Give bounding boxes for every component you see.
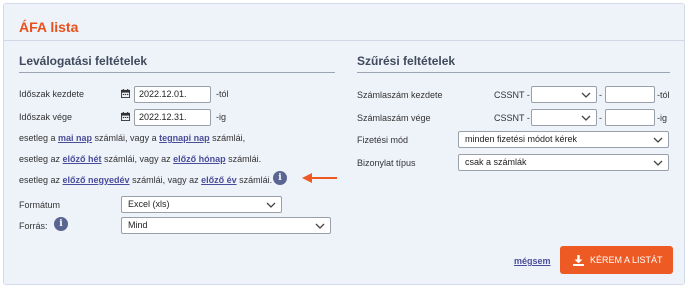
page-title: ÁFA lista — [19, 19, 79, 35]
previous-week-link[interactable]: előző hét — [63, 154, 102, 164]
cancel-link[interactable]: mégsem — [514, 256, 551, 266]
afa-list-panel: ÁFA lista Leválogatási feltételek Idősza… — [3, 3, 685, 285]
chevron-down-icon — [266, 202, 276, 208]
quick-range-line-3: esetleg az előző negyedév számlái, vagy … — [19, 175, 273, 185]
chevron-down-icon — [315, 223, 325, 229]
calendar-icon[interactable] — [121, 112, 130, 121]
period-end-input[interactable]: 2022.12.31. — [134, 109, 211, 126]
format-select[interactable]: Excel (xls) — [121, 196, 282, 213]
previous-quarter-link[interactable]: előző negyedév — [63, 175, 130, 185]
invoice-start-prefix: CSSNT - — [494, 90, 530, 100]
payment-method-label: Fizetési mód — [357, 135, 409, 145]
chevron-down-icon — [581, 115, 591, 121]
period-start-suffix: -tól — [216, 89, 229, 99]
invoice-end-number-input[interactable] — [605, 109, 655, 126]
source-select[interactable]: Mind — [121, 217, 331, 234]
filter-section-title: Leválogatási feltételek — [19, 54, 148, 68]
period-end-suffix: -ig — [216, 112, 227, 122]
document-type-select[interactable]: csak a számlák — [458, 154, 669, 171]
yesterday-link[interactable]: tegnapi nap — [159, 133, 210, 143]
search-section-title: Szűrési feltételek — [357, 54, 456, 68]
invoice-start-number-input[interactable] — [605, 86, 655, 103]
submit-list-label: KÉREM A LISTÁT — [590, 255, 663, 265]
invoice-start-suffix: -tól — [657, 90, 670, 100]
document-type-label: Bizonylat típus — [357, 158, 416, 168]
invoice-start-series-select[interactable] — [531, 86, 597, 103]
invoice-end-dash: - — [599, 113, 602, 123]
search-section-divider — [357, 72, 670, 73]
payment-method-value: minden fizetési módot kérek — [465, 134, 578, 144]
invoice-start-label: Számlaszám kezdete — [357, 90, 443, 100]
info-icon[interactable]: i — [54, 217, 68, 231]
download-icon — [573, 255, 584, 266]
calendar-icon[interactable] — [121, 89, 130, 98]
filter-section-divider — [19, 72, 335, 73]
arrow-left-icon — [302, 173, 337, 183]
source-select-value: Mind — [128, 220, 148, 230]
invoice-end-prefix: CSSNT - — [494, 113, 530, 123]
invoice-end-label: Számlaszám vége — [357, 113, 431, 123]
source-label: Forrás: — [19, 221, 48, 231]
chevron-down-icon — [581, 92, 591, 98]
title-divider — [4, 40, 684, 41]
previous-month-link[interactable]: előző hónap — [173, 154, 226, 164]
invoice-start-dash: - — [599, 90, 602, 100]
payment-method-select[interactable]: minden fizetési módot kérek — [458, 131, 669, 148]
chevron-down-icon — [653, 137, 663, 143]
submit-list-button[interactable]: KÉREM A LISTÁT — [560, 246, 673, 274]
today-link[interactable]: mai nap — [58, 133, 92, 143]
period-end-label: Időszak vége — [19, 112, 73, 122]
document-type-value: csak a számlák — [465, 157, 527, 167]
chevron-down-icon — [653, 160, 663, 166]
invoice-end-suffix: -ig — [657, 113, 668, 123]
previous-year-link[interactable]: előző év — [201, 175, 237, 185]
format-select-value: Excel (xls) — [128, 199, 170, 209]
period-start-input[interactable]: 2022.12.01. — [134, 86, 211, 103]
quick-range-line-1: esetleg a mai nap számlái, vagy a tegnap… — [19, 133, 246, 143]
format-label: Formátum — [19, 200, 61, 210]
quick-range-line-2: esetleg az előző hét számlái, vagy az el… — [19, 154, 262, 164]
invoice-end-series-select[interactable] — [531, 109, 597, 126]
period-start-label: Időszak kezdete — [19, 89, 85, 99]
info-icon[interactable]: i — [273, 171, 287, 185]
